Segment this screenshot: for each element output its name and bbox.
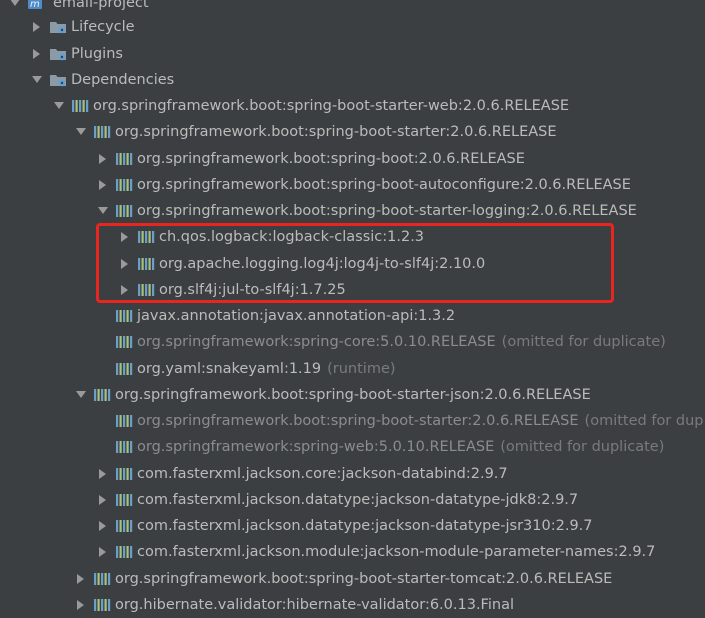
dependency-label: org.springframework.boot:spring-boot-sta… — [137, 413, 579, 429]
tree-node-dependencies[interactable]: Dependencies — [30, 67, 174, 93]
library-icon — [116, 363, 133, 375]
chevron-right-icon[interactable] — [30, 41, 44, 67]
dependency-node[interactable]: org.springframework.boot:spring-boot-aut… — [96, 172, 637, 198]
dependency-node[interactable]: com.fasterxml.jackson.datatype:jackson-d… — [96, 513, 599, 539]
chevron-down-icon[interactable] — [52, 93, 66, 119]
dependency-label: ch.qos.logback:logback-classic:1.2.3 — [159, 229, 425, 245]
library-icon — [116, 546, 133, 558]
dependency-node[interactable]: org.springframework:spring-web:5.0.10.RE… — [96, 434, 664, 460]
tree-node-lifecycle[interactable]: Lifecycle — [30, 14, 135, 40]
library-icon — [116, 494, 133, 506]
library-icon — [94, 126, 111, 138]
dependency-label: com.fasterxml.jackson.datatype:jackson-d… — [137, 518, 593, 534]
dependency-label: org.springframework.boot:spring-boot-sta… — [115, 124, 557, 140]
dependency-label: org.apache.logging.log4j:log4j-to-slf4j:… — [159, 256, 486, 272]
dependency-label: org.springframework.boot:spring-boot-aut… — [137, 177, 631, 193]
library-icon — [138, 258, 155, 270]
dependency-label: com.fasterxml.jackson.datatype:jackson-d… — [137, 492, 579, 508]
dependency-node[interactable]: com.fasterxml.jackson.datatype:jackson-d… — [96, 487, 584, 513]
chevron-down-icon[interactable] — [96, 198, 110, 224]
dependency-label: org.springframework:spring-core:5.0.10.R… — [137, 334, 496, 350]
dependency-label: org.springframework:spring-web:5.0.10.RE… — [137, 439, 495, 455]
dependency-node[interactable]: org.springframework.boot:spring-boot:2.0… — [96, 146, 531, 172]
library-icon — [94, 599, 111, 611]
chevron-right-icon[interactable] — [118, 251, 132, 277]
library-icon — [72, 100, 89, 112]
folder-gear-icon — [50, 22, 66, 34]
library-icon — [116, 153, 133, 165]
library-icon — [116, 441, 133, 453]
chevron-right-icon[interactable] — [96, 461, 110, 487]
dependency-label: javax.annotation:javax.annotation-api:1.… — [137, 308, 456, 324]
chevron-right-icon[interactable] — [118, 277, 132, 303]
dependency-label: com.fasterxml.jackson.core:jackson-datab… — [137, 466, 508, 482]
maven-module-icon: m — [28, 0, 42, 10]
folder-gear-icon — [50, 49, 66, 61]
dependency-label: org.yaml:snakeyaml:1.19 — [137, 361, 322, 377]
dependency-node[interactable]: org.springframework:spring-core:5.0.10.R… — [96, 329, 666, 355]
library-icon — [94, 573, 111, 585]
library-icon — [116, 468, 133, 480]
library-icon — [116, 336, 133, 348]
dependency-label: com.fasterxml.jackson.module:jackson-mod… — [137, 544, 656, 560]
dependency-node[interactable]: com.fasterxml.jackson.core:jackson-datab… — [96, 461, 514, 487]
library-icon — [116, 179, 133, 191]
chevron-right-icon[interactable] — [96, 487, 110, 513]
dependency-node[interactable]: com.fasterxml.jackson.module:jackson-mod… — [96, 539, 661, 565]
dependency-node[interactable]: org.springframework.boot:spring-boot-sta… — [96, 198, 643, 224]
dependency-label: org.slf4j:jul-to-slf4j:1.7.25 — [159, 282, 346, 298]
chevron-right-icon[interactable] — [118, 224, 132, 250]
dependency-node[interactable]: org.apache.logging.log4j:log4j-to-slf4j:… — [118, 251, 491, 277]
tree-node-plugins[interactable]: Plugins — [30, 41, 123, 67]
dependency-scope-note: (omitted for dup — [584, 413, 704, 429]
dependency-label: org.springframework.boot:spring-boot-sta… — [137, 203, 637, 219]
library-icon — [94, 389, 111, 401]
svg-text:m: m — [30, 0, 40, 10]
library-icon — [116, 310, 133, 322]
dependency-label: org.hibernate.validator:hibernate-valida… — [115, 597, 514, 613]
library-icon — [116, 205, 133, 217]
dependency-node[interactable]: org.springframework.boot:spring-boot-sta… — [74, 119, 563, 145]
chevron-down-icon[interactable] — [74, 119, 88, 145]
dependency-label: org.springframework.boot:spring-boot-sta… — [93, 98, 570, 114]
tree-node-label: Dependencies — [71, 72, 175, 88]
chevron-right-icon[interactable] — [96, 513, 110, 539]
dependency-label: org.springframework.boot:spring-boot:2.0… — [137, 151, 525, 167]
dependency-node[interactable]: org.springframework.boot:spring-boot-sta… — [52, 93, 575, 119]
dependency-node[interactable]: ch.qos.logback:logback-classic:1.2.3 — [118, 224, 430, 250]
chevron-right-icon[interactable] — [30, 14, 44, 40]
chevron-right-icon[interactable] — [74, 592, 88, 618]
chevron-down-icon[interactable] — [8, 0, 22, 16]
dependency-scope-note: (omitted for duplicate) — [501, 334, 666, 350]
library-icon — [116, 520, 133, 532]
chevron-right-icon[interactable] — [96, 146, 110, 172]
chevron-right-icon[interactable] — [96, 539, 110, 565]
chevron-right-icon[interactable] — [74, 566, 88, 592]
dependency-node[interactable]: org.springframework.boot:spring-boot-sta… — [74, 382, 597, 408]
dependency-node[interactable]: javax.annotation:javax.annotation-api:1.… — [96, 303, 461, 329]
chevron-down-icon[interactable] — [74, 382, 88, 408]
dependency-node[interactable]: org.yaml:snakeyaml:1.19 (runtime) — [96, 356, 396, 382]
dependency-label: org.springframework.boot:spring-boot-sta… — [115, 571, 613, 587]
dependency-scope-note: (runtime) — [327, 361, 396, 377]
library-icon — [138, 284, 155, 296]
tree-node-label: Plugins — [71, 46, 123, 62]
dependency-label: org.springframework.boot:spring-boot-sta… — [115, 387, 591, 403]
tree-node-label: Lifecycle — [71, 19, 135, 35]
library-icon — [138, 231, 155, 243]
dependency-node[interactable]: org.slf4j:jul-to-slf4j:1.7.25 — [118, 277, 352, 303]
dependency-scope-note: (omitted for duplicate) — [500, 439, 665, 455]
library-icon — [116, 415, 133, 427]
dependency-node[interactable]: org.springframework.boot:spring-boot-sta… — [74, 566, 618, 592]
dependency-node[interactable]: org.springframework.boot:spring-boot-sta… — [96, 408, 703, 434]
chevron-down-icon[interactable] — [30, 67, 44, 93]
dependency-node[interactable]: org.hibernate.validator:hibernate-valida… — [74, 592, 520, 618]
folder-gear-icon — [50, 75, 66, 87]
chevron-right-icon[interactable] — [96, 172, 110, 198]
